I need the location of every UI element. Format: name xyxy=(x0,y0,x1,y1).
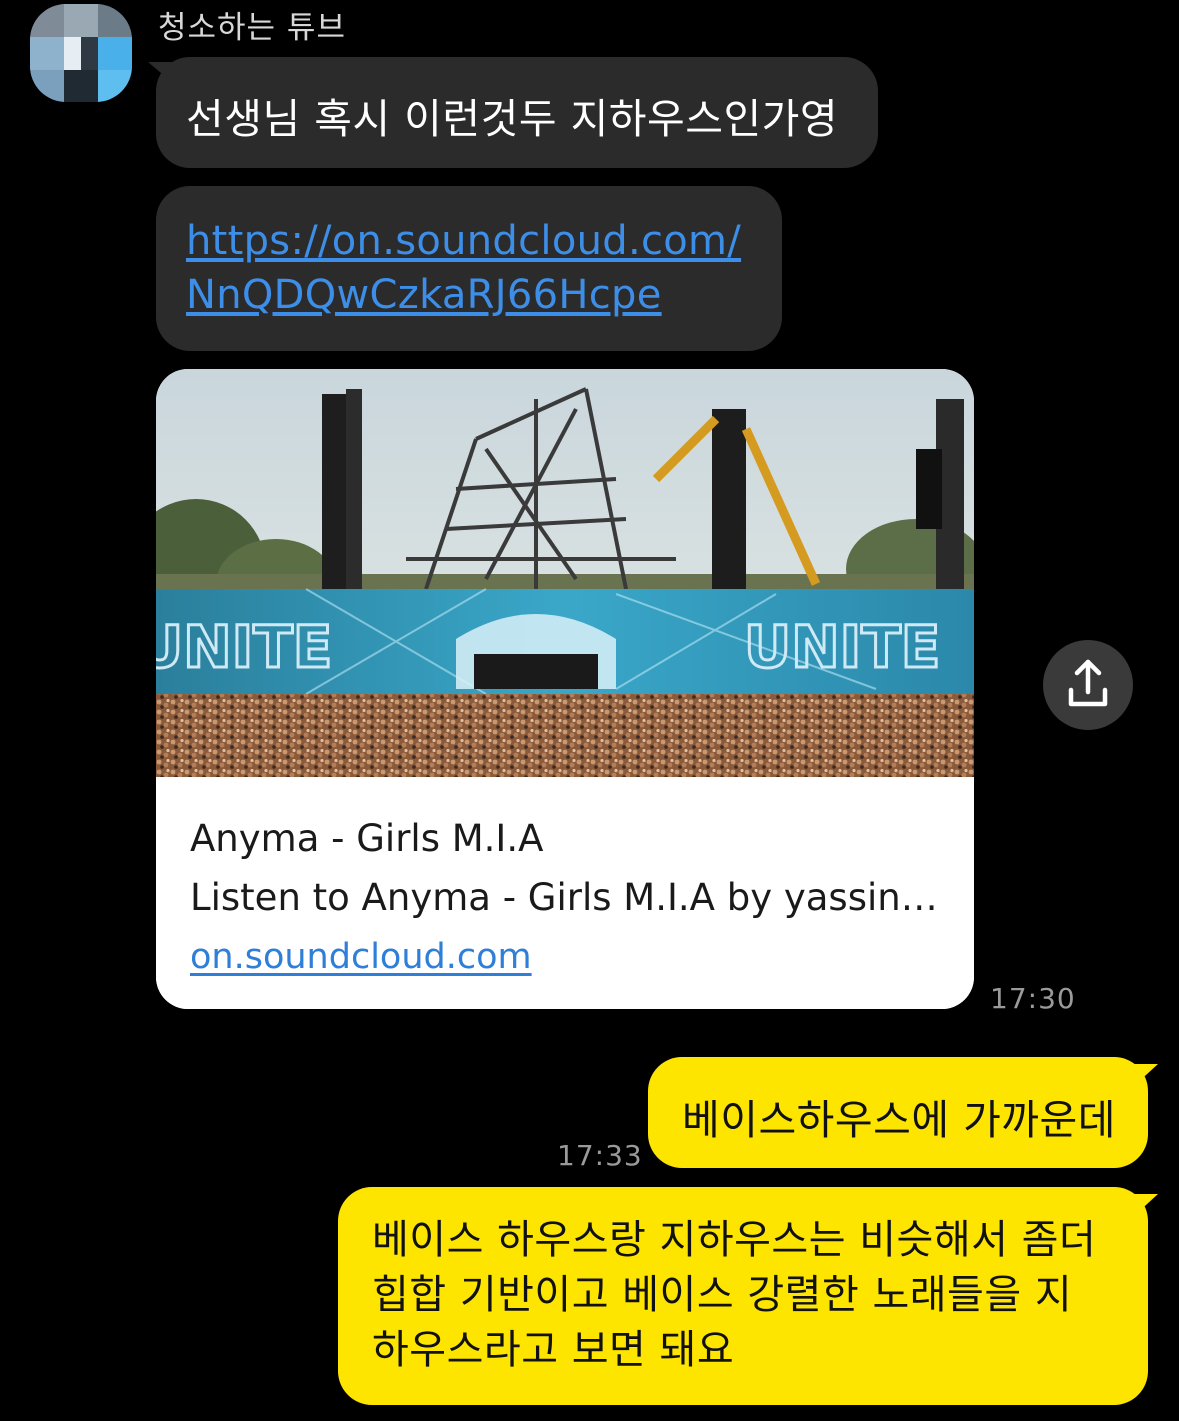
share-button[interactable] xyxy=(1043,640,1133,730)
preview-title: Anyma - Girls M.I.A xyxy=(190,817,544,860)
share-icon xyxy=(1068,659,1108,707)
sender-name: 청소하는 튜브 xyxy=(158,10,346,46)
outgoing-message-bubble[interactable]: 베이스 하우스랑 지하우스는 비슷해서 좀더 힙합 기반이고 베이스 강렬한 노… xyxy=(338,1187,1148,1405)
incoming-message-text: 선생님 혹시 이런것두 지하우스인가영 xyxy=(186,95,839,143)
outgoing-message-text: 베이스하우스에 가까운데 xyxy=(682,1096,1116,1144)
incoming-link-bubble[interactable]: https://on.soundcloud.com/NnQDQwCzkaRJ66… xyxy=(156,186,782,351)
preview-image: UNITE UNITE xyxy=(156,369,974,777)
outgoing-message-bubble[interactable]: 베이스하우스에 가까운데 xyxy=(648,1057,1148,1168)
incoming-timestamp: 17:30 xyxy=(990,982,1076,1015)
banner-text-left: UNITE xyxy=(156,613,332,681)
link-preview-card[interactable]: UNITE UNITE Anyma - Girls M.I.A Listen t… xyxy=(156,369,974,1009)
preview-description: Listen to Anyma - Girls M.I.A by yassins… xyxy=(190,876,950,919)
preview-domain-link[interactable]: on.soundcloud.com xyxy=(190,937,532,977)
banner-text-right: UNITE xyxy=(744,613,940,681)
avatar[interactable] xyxy=(30,4,132,102)
preview-body[interactable]: Anyma - Girls M.I.A Listen to Anyma - Gi… xyxy=(156,777,974,1009)
outgoing-timestamp: 17:33 xyxy=(557,1139,643,1172)
outgoing-message-text: 베이스 하우스랑 지하우스는 비슷해서 좀더 힙합 기반이고 베이스 강렬한 노… xyxy=(372,1217,1097,1373)
soundcloud-link[interactable]: https://on.soundcloud.com/NnQDQwCzkaRJ66… xyxy=(186,214,766,322)
incoming-message-bubble[interactable]: 선생님 혹시 이런것두 지하우스인가영 xyxy=(156,57,878,168)
